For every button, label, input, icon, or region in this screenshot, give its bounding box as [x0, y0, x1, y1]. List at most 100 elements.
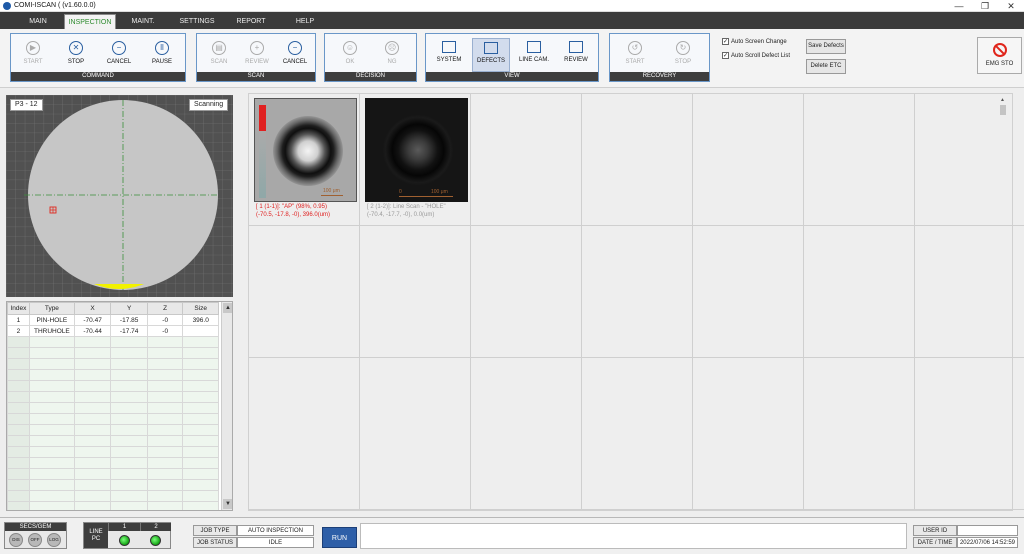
run-button[interactable]: RUN	[322, 527, 357, 548]
scroll-up-icon[interactable]: ▲	[1000, 97, 1005, 103]
recovery-stop-button[interactable]: ↻ STOP	[664, 38, 702, 72]
column-header-x[interactable]: X	[73, 302, 112, 315]
recovery-start-icon: ↺	[628, 41, 642, 55]
empty-cell	[182, 435, 219, 447]
cancel-scan-label: CANCEL	[282, 59, 308, 65]
minimize-icon[interactable]: —	[946, 0, 972, 12]
review-scan-button[interactable]: + REVIEW	[238, 38, 276, 72]
empty-cell	[73, 479, 112, 491]
menu-tab-maint[interactable]: MAINT.	[117, 14, 169, 29]
ok-button[interactable]: ☺ OK	[331, 38, 369, 72]
empty-cell	[28, 369, 75, 381]
empty-cell	[7, 336, 30, 348]
gallery-scroll-thumb[interactable]	[1000, 105, 1006, 115]
empty-cell	[146, 402, 184, 414]
empty-cell	[146, 457, 184, 469]
view-line-camera-button[interactable]: LINE CAM.	[515, 38, 553, 72]
secs-log-button[interactable]: LOG	[47, 533, 61, 547]
table-row[interactable]: 1 PIN-HOLE -70.47 -17.85 -0 396.0	[7, 314, 219, 326]
cancel-button[interactable]: − CANCEL	[100, 38, 138, 72]
scan-button[interactable]: ▤ SCAN	[200, 38, 238, 72]
empty-cell	[182, 468, 219, 480]
view-defects-button[interactable]: DEFECTS	[472, 38, 510, 72]
empty-cell	[182, 501, 219, 510]
window-title: COMI-ISCAN ( (v1.60.0.0)	[14, 2, 96, 9]
close-icon[interactable]: ✕	[998, 0, 1024, 12]
check-icon: ✓	[722, 37, 729, 45]
view-system-button[interactable]: SYSTEM	[430, 38, 468, 72]
secs-off-button[interactable]: OFF	[28, 533, 42, 547]
scroll-up-icon[interactable]: ▲	[223, 303, 232, 313]
empty-cell	[7, 479, 30, 491]
recovery-start-button[interactable]: ↺ START	[616, 38, 654, 72]
empty-cell	[146, 358, 184, 370]
defect-spot	[273, 116, 343, 186]
defect-image-2[interactable]: 0 100 μm	[365, 98, 468, 202]
table-row-empty	[7, 358, 219, 370]
defect-thumbnail-1[interactable]: 100 μm [ 1 (1-1)]: "AP" (98%, 0.95) (-70…	[249, 94, 360, 226]
cell-size	[182, 325, 219, 337]
empty-cell	[7, 424, 30, 436]
view-review-button[interactable]: REVIEW	[557, 38, 595, 72]
auto-scroll-checkbox[interactable]: ✓ Auto Scroll Defect List	[722, 51, 794, 61]
gallery-scrollbar[interactable]: ▲	[998, 97, 1008, 509]
empty-cell	[182, 358, 219, 370]
empty-cell	[146, 424, 184, 436]
menu-tab-report[interactable]: REPORT	[225, 14, 277, 29]
table-row[interactable]: 2 THRUHOLE -70.44 -17.74 -0	[7, 325, 219, 337]
auto-screen-change-checkbox[interactable]: ✓ Auto Screen Change	[722, 37, 794, 47]
column-header-y[interactable]: Y	[110, 302, 148, 315]
column-header-index[interactable]: Index	[7, 302, 30, 315]
empty-cell	[146, 468, 184, 480]
recovery-caption: RECOVERY	[610, 72, 709, 81]
emergency-stop-button[interactable]: EMG STO	[977, 37, 1022, 74]
scroll-down-icon[interactable]: ▼	[223, 499, 232, 509]
cell-index: 2	[7, 325, 30, 337]
defect-thumbnail-2[interactable]: 0 100 μm [ 2 (1-2)]: Line Scan - "HOLE" …	[360, 94, 471, 226]
recovery-stop-icon: ↻	[676, 41, 690, 55]
save-defects-button[interactable]: Save Defects	[806, 39, 846, 54]
empty-cell	[73, 391, 112, 403]
stop-button[interactable]: ✕ STOP	[57, 38, 95, 72]
empty-cell	[73, 369, 112, 381]
empty-cell	[28, 413, 75, 425]
defect-caption-2: [ 2 (1-2)]: Line Scan - "HOLE"	[367, 204, 446, 210]
empty-thumbnail-slot	[471, 226, 582, 358]
empty-cell	[73, 336, 112, 348]
defect-list-table[interactable]: Index Type X Y Z Size 1 PIN-HOLE -70.47 …	[6, 301, 233, 511]
cancel-scan-button[interactable]: − CANCEL	[276, 38, 314, 72]
menu-tab-settings[interactable]: SETTINGS	[171, 14, 223, 29]
zoom-out-icon: −	[288, 41, 302, 55]
empty-cell	[28, 446, 75, 458]
empty-thumbnail-slot	[360, 358, 471, 510]
empty-cell	[73, 446, 112, 458]
menu-tab-help[interactable]: HELP	[279, 14, 331, 29]
defect-spot	[383, 115, 453, 185]
table-row-empty	[7, 501, 219, 510]
wafer-map[interactable]: P3 - 12 Scanning	[6, 95, 233, 297]
menu-tab-main[interactable]: MAIN	[12, 14, 64, 29]
column-header-z[interactable]: Z	[146, 302, 184, 315]
secs-dis-button[interactable]: DIS	[9, 533, 23, 547]
column-header-size[interactable]: Size	[182, 302, 219, 315]
restore-icon[interactable]: ❐	[972, 0, 998, 12]
empty-cell	[7, 391, 30, 403]
empty-cell	[7, 435, 30, 447]
defect-image-1[interactable]: 100 μm	[254, 98, 357, 202]
empty-cell	[28, 468, 75, 480]
recovery-stop-label: STOP	[674, 59, 692, 65]
intensity-colorbar	[259, 105, 266, 198]
menu-tab-inspection[interactable]: INSPECTION	[64, 14, 116, 30]
table-scrollbar[interactable]: ▲ ▼	[221, 302, 232, 510]
empty-cell	[110, 380, 148, 392]
system-icon	[442, 41, 456, 53]
empty-cell	[28, 501, 75, 510]
start-button[interactable]: ▶ START	[14, 38, 52, 72]
pause-button[interactable]: ll PAUSE	[143, 38, 181, 72]
decision-caption: DECISION	[325, 72, 416, 81]
empty-thumbnail-slot	[804, 226, 915, 358]
column-header-type[interactable]: Type	[28, 302, 75, 315]
empty-cell	[182, 369, 219, 381]
ng-button[interactable]: ☹ NG	[373, 38, 411, 72]
delete-etc-button[interactable]: Delete ETC	[806, 59, 846, 74]
